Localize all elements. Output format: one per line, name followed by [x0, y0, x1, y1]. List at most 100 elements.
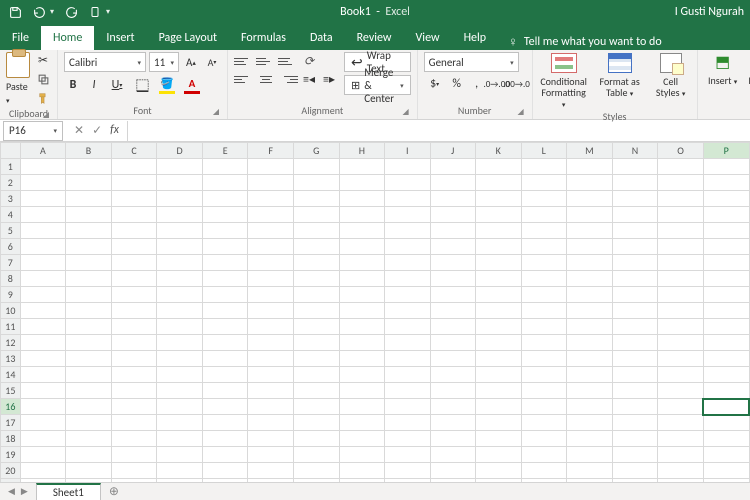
cell-H21[interactable]	[339, 479, 385, 483]
cell-C14[interactable]	[111, 367, 157, 383]
cell-B16[interactable]	[66, 399, 112, 415]
cell-B9[interactable]	[66, 287, 112, 303]
cell-O10[interactable]	[658, 303, 704, 319]
cell-H12[interactable]	[339, 335, 385, 351]
number-launcher-icon[interactable]: ◢	[517, 107, 523, 117]
cell-O15[interactable]	[658, 383, 704, 399]
cell-A2[interactable]	[20, 175, 66, 191]
cell-D2[interactable]	[157, 175, 203, 191]
cell-L5[interactable]	[521, 223, 567, 239]
cell-E3[interactable]	[202, 191, 248, 207]
cell-C18[interactable]	[111, 431, 157, 447]
cell-G10[interactable]	[293, 303, 339, 319]
cell-C19[interactable]	[111, 447, 157, 463]
cell-P16[interactable]	[703, 399, 749, 415]
cell-A10[interactable]	[20, 303, 66, 319]
cell-P10[interactable]	[703, 303, 749, 319]
cell-D10[interactable]	[157, 303, 203, 319]
cell-F12[interactable]	[248, 335, 294, 351]
cell-J15[interactable]	[430, 383, 475, 399]
cell-K3[interactable]	[476, 191, 522, 207]
cell-K16[interactable]	[476, 399, 522, 415]
cell-M9[interactable]	[567, 287, 613, 303]
cell-J1[interactable]	[430, 159, 475, 175]
cell-L8[interactable]	[521, 271, 567, 287]
row-header-6[interactable]: 6	[1, 239, 21, 255]
tab-file[interactable]: File	[0, 26, 41, 50]
cell-F18[interactable]	[248, 431, 294, 447]
insert-button[interactable]: ⬒Insert ▾	[704, 52, 742, 87]
cell-D12[interactable]	[157, 335, 203, 351]
cell-I15[interactable]	[385, 383, 430, 399]
cell-B14[interactable]	[66, 367, 112, 383]
cell-P13[interactable]	[703, 351, 749, 367]
cell-G8[interactable]	[293, 271, 339, 287]
align-middle-icon[interactable]	[256, 52, 276, 70]
cell-I16[interactable]	[385, 399, 430, 415]
cell-D13[interactable]	[157, 351, 203, 367]
cell-F8[interactable]	[248, 271, 294, 287]
cell-L21[interactable]	[521, 479, 567, 483]
row-header-17[interactable]: 17	[1, 415, 21, 431]
cell-N11[interactable]	[612, 319, 658, 335]
cell-D19[interactable]	[157, 447, 203, 463]
cell-J16[interactable]	[430, 399, 475, 415]
row-header-21[interactable]: 21	[1, 479, 21, 483]
cell-E19[interactable]	[202, 447, 248, 463]
cell-F6[interactable]	[248, 239, 294, 255]
tab-page-layout[interactable]: Page Layout	[147, 26, 229, 50]
cell-F10[interactable]	[248, 303, 294, 319]
cell-H11[interactable]	[339, 319, 385, 335]
tab-help[interactable]: Help	[452, 26, 499, 50]
cell-K18[interactable]	[476, 431, 522, 447]
cell-A9[interactable]	[20, 287, 66, 303]
cell-J4[interactable]	[430, 207, 475, 223]
cell-L16[interactable]	[521, 399, 567, 415]
cell-E10[interactable]	[202, 303, 248, 319]
cell-A14[interactable]	[20, 367, 66, 383]
copy-icon[interactable]	[35, 71, 51, 87]
cell-M1[interactable]	[567, 159, 613, 175]
cell-N18[interactable]	[612, 431, 658, 447]
cell-J9[interactable]	[430, 287, 475, 303]
cell-L6[interactable]	[521, 239, 567, 255]
cell-K6[interactable]	[476, 239, 522, 255]
cell-B6[interactable]	[66, 239, 112, 255]
row-header-13[interactable]: 13	[1, 351, 21, 367]
cell-P4[interactable]	[703, 207, 749, 223]
cell-O1[interactable]	[658, 159, 704, 175]
cell-N10[interactable]	[612, 303, 658, 319]
row-header-14[interactable]: 14	[1, 367, 21, 383]
cell-B19[interactable]	[66, 447, 112, 463]
cell-L1[interactable]	[521, 159, 567, 175]
qat-customize-icon[interactable]: ▾	[106, 7, 110, 17]
cell-P7[interactable]	[703, 255, 749, 271]
cell-N21[interactable]	[612, 479, 658, 483]
cell-F16[interactable]	[248, 399, 294, 415]
cell-E21[interactable]	[202, 479, 248, 483]
cell-F14[interactable]	[248, 367, 294, 383]
cell-O19[interactable]	[658, 447, 704, 463]
cell-J10[interactable]	[430, 303, 475, 319]
row-header-19[interactable]: 19	[1, 447, 21, 463]
cell-P18[interactable]	[703, 431, 749, 447]
col-header-C[interactable]: C	[111, 143, 157, 159]
cell-H7[interactable]	[339, 255, 385, 271]
new-sheet-icon[interactable]: ⊕	[109, 484, 119, 499]
cell-N7[interactable]	[612, 255, 658, 271]
cell-C5[interactable]	[111, 223, 157, 239]
cell-C10[interactable]	[111, 303, 157, 319]
cell-E12[interactable]	[202, 335, 248, 351]
cell-F9[interactable]	[248, 287, 294, 303]
cell-L10[interactable]	[521, 303, 567, 319]
cell-B15[interactable]	[66, 383, 112, 399]
cell-B17[interactable]	[66, 415, 112, 431]
cell-P8[interactable]	[703, 271, 749, 287]
italic-button[interactable]: I	[85, 76, 103, 94]
row-header-5[interactable]: 5	[1, 223, 21, 239]
merge-center-button[interactable]: ⊞Merge & Center▾	[344, 75, 411, 95]
cell-B12[interactable]	[66, 335, 112, 351]
cell-I14[interactable]	[385, 367, 430, 383]
cell-E6[interactable]	[202, 239, 248, 255]
cell-K1[interactable]	[476, 159, 522, 175]
